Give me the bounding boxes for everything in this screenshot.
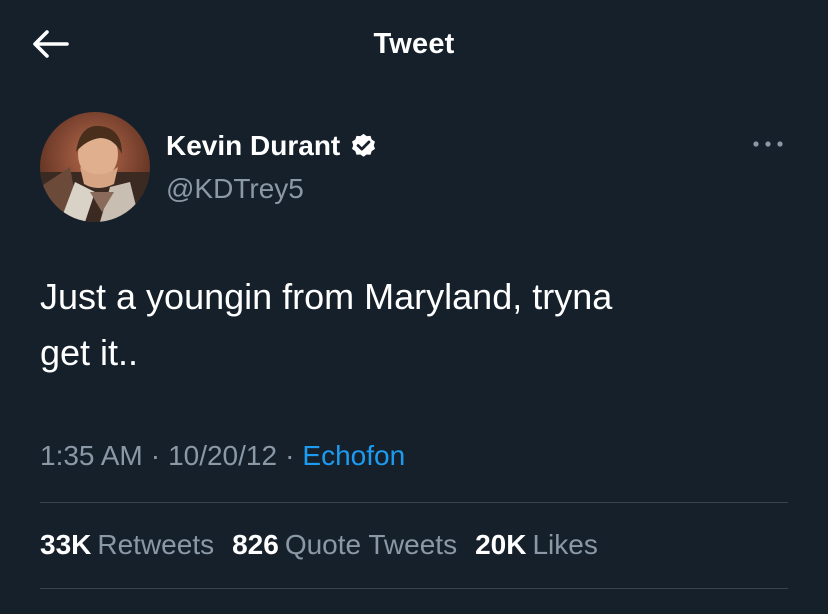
tweet-time[interactable]: 1:35 AM [40,440,143,471]
tweet-text: Just a youngin from Maryland, tryna get … [40,276,613,373]
likes-stat[interactable]: 20K Likes [475,525,598,565]
tweet-date[interactable]: 10/20/12 [168,440,277,471]
meta-separator: · [285,440,295,471]
quote-tweets-label: Quote Tweets [284,529,458,560]
quote-tweets-count: 826 [232,529,279,560]
tweet-metadata: 1:35 AM · 10/20/12 · Echofon [40,436,405,476]
likes-label: Likes [532,529,598,560]
retweets-stat[interactable]: 33K Retweets [40,525,214,565]
likes-count: 20K [475,529,527,560]
tweet-detail-screen: Tweet Kevin Durant @KDTrey5 Just a young… [0,0,828,614]
page-title: Tweet [373,28,455,60]
avatar[interactable] [40,112,150,222]
more-dots-icon [753,141,783,147]
author-handle[interactable]: @KDTrey5 [166,172,304,206]
retweets-count: 33K [40,529,92,560]
tweet-author: Kevin Durant @KDTrey5 [40,112,790,224]
verified-badge-icon [352,133,376,157]
divider [40,588,788,589]
top-bar: Tweet [0,0,828,90]
quote-tweets-stat[interactable]: 826 Quote Tweets [232,525,457,565]
meta-separator: · [150,440,161,471]
tweet-source-link[interactable]: Echofon [302,440,405,471]
author-name-text: Kevin Durant [166,130,341,161]
tweet-stats: 33K Retweets 826 Quote Tweets 20K Likes [40,525,616,565]
divider [40,502,788,503]
more-options-button[interactable] [746,132,790,156]
author-display-name[interactable]: Kevin Durant [166,129,378,163]
avatar-image [40,112,150,222]
retweets-label: Retweets [97,529,215,560]
